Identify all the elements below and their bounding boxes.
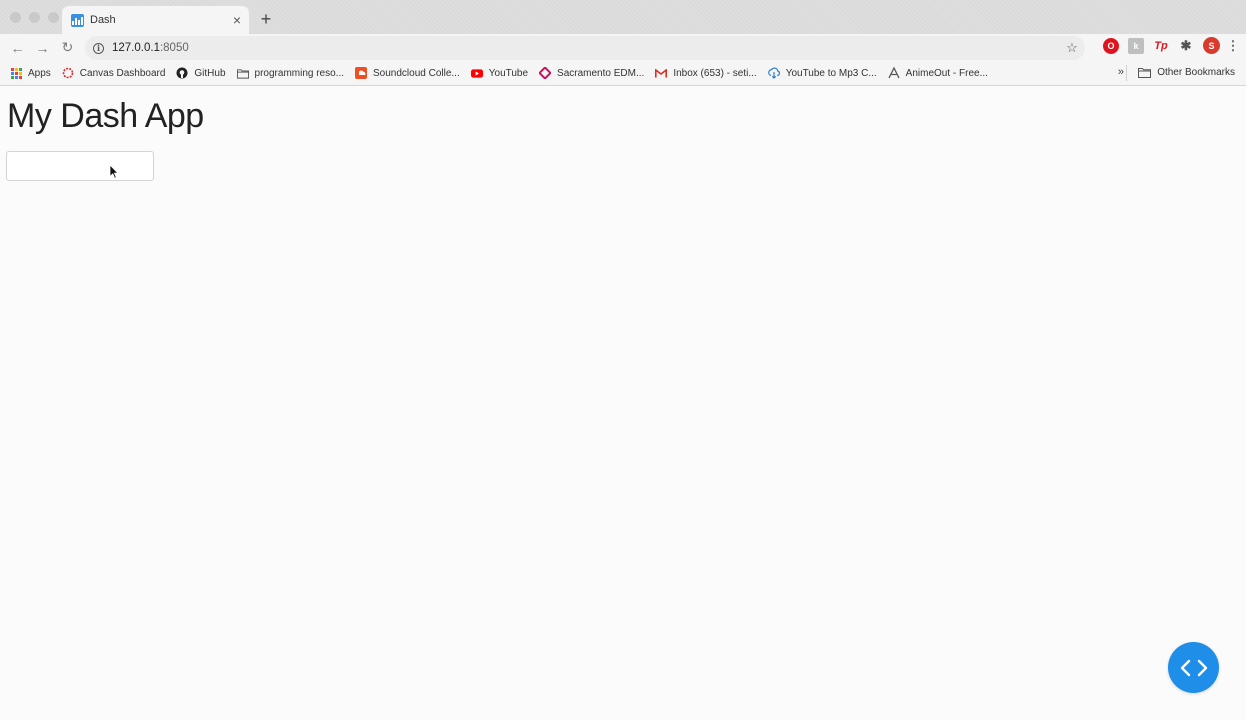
bookmarks-overflow-icon[interactable]: » <box>1118 66 1124 78</box>
bookmark-canvas-dashboard[interactable]: Canvas Dashboard <box>62 67 166 79</box>
bookmark-label: Apps <box>28 67 51 79</box>
tp-extension-icon[interactable]: Tp <box>1153 38 1169 54</box>
maximize-window-button[interactable] <box>48 12 59 23</box>
code-brackets-icon <box>1180 659 1207 676</box>
forward-button[interactable]: → <box>30 40 55 56</box>
bookmark-star-icon[interactable]: ☆ <box>1059 40 1085 56</box>
bookmark-youtube[interactable]: YouTube <box>470 67 529 79</box>
folder-icon <box>1138 67 1152 78</box>
reload-button[interactable]: ↻ <box>55 39 80 56</box>
bookmark-apps[interactable]: Apps <box>10 67 51 79</box>
minimize-window-button[interactable] <box>29 12 40 23</box>
browser-toolbar: ← → ↻ i 127.0.0.1:8050 ☆ O k Tp ✱ S ⋮ <box>0 34 1246 61</box>
browser-menu-icon[interactable]: ⋮ <box>1227 38 1240 54</box>
window-controls <box>10 12 59 23</box>
bookmark-youtube-to-mp3[interactable]: YouTube to Mp3 C... <box>767 67 877 79</box>
soundcloud-icon <box>355 67 368 79</box>
profile-avatar[interactable]: S <box>1203 37 1220 54</box>
bookmark-soundcloud[interactable]: Soundcloud Colle... <box>355 67 460 79</box>
bookmark-gmail-inbox[interactable]: Inbox (653) - seti... <box>655 67 757 79</box>
download-icon <box>767 67 780 79</box>
bookmark-github[interactable]: GitHub <box>176 67 226 79</box>
bookmarks-bar: Apps Canvas Dashboard GitHub programming… <box>0 61 1246 86</box>
canvas-icon <box>62 67 74 79</box>
bookmark-label: Inbox (653) - seti... <box>673 67 757 79</box>
other-bookmarks-label: Other Bookmarks <box>1157 67 1235 78</box>
github-icon <box>176 67 188 79</box>
url-port: :8050 <box>159 42 189 54</box>
mouse-cursor-icon <box>109 164 119 179</box>
bookmarks-divider <box>1126 65 1128 81</box>
extensions-puzzle-icon[interactable]: ✱ <box>1178 38 1194 54</box>
close-window-button[interactable] <box>10 12 21 23</box>
dash-chart-icon <box>71 13 84 27</box>
bookmark-label: Canvas Dashboard <box>79 67 166 79</box>
site-info-icon[interactable]: i <box>93 42 104 54</box>
bookmark-label: GitHub <box>194 67 226 79</box>
tab-strip: Dash × + <box>0 0 1246 34</box>
bookmark-label: Soundcloud Colle... <box>373 67 460 79</box>
back-button[interactable]: ← <box>5 40 30 56</box>
animeout-icon <box>888 67 900 79</box>
folder-icon <box>236 67 249 79</box>
text-input[interactable] <box>6 151 154 181</box>
youtube-icon <box>470 67 483 79</box>
bookmark-sacramento-edm[interactable]: Sacramento EDM... <box>539 67 644 79</box>
bookmark-programming-resources[interactable]: programming reso... <box>236 67 345 79</box>
browser-window: Dash × + ← → ↻ i 127.0.0.1:8050 ☆ O k Tp… <box>0 0 1246 720</box>
other-bookmarks[interactable]: Other Bookmarks <box>1126 65 1235 81</box>
opera-extension-icon[interactable]: O <box>1103 37 1119 54</box>
address-bar[interactable]: i 127.0.0.1:8050 ☆ <box>85 36 1085 60</box>
extensions-area: O k Tp ✱ S ⋮ <box>1103 37 1246 54</box>
bookmark-label: Sacramento EDM... <box>557 67 645 79</box>
bookmark-animeout[interactable]: AnimeOut - Free... <box>888 67 988 79</box>
grey-extension-icon[interactable]: k <box>1128 37 1144 54</box>
close-tab-icon[interactable]: × <box>225 12 249 28</box>
page-content: My Dash App <box>0 87 1246 720</box>
bookmark-label: YouTube <box>488 67 529 79</box>
apps-grid-icon <box>10 67 22 79</box>
dash-debug-menu-button[interactable] <box>1168 642 1219 693</box>
new-tab-button[interactable]: + <box>258 9 274 30</box>
sacramento-icon <box>539 67 552 79</box>
bookmark-label: YouTube to Mp3 C... <box>785 67 877 79</box>
tab-dash[interactable]: Dash × <box>62 6 249 34</box>
bookmark-label: programming reso... <box>254 67 345 79</box>
gmail-icon <box>655 67 668 79</box>
url-text[interactable]: 127.0.0.1:8050 <box>112 42 1059 54</box>
bookmark-label: AnimeOut - Free... <box>905 67 988 79</box>
url-host: 127.0.0.1 <box>112 42 160 54</box>
page-title: My Dash App <box>7 97 204 135</box>
tab-title: Dash <box>90 14 116 26</box>
